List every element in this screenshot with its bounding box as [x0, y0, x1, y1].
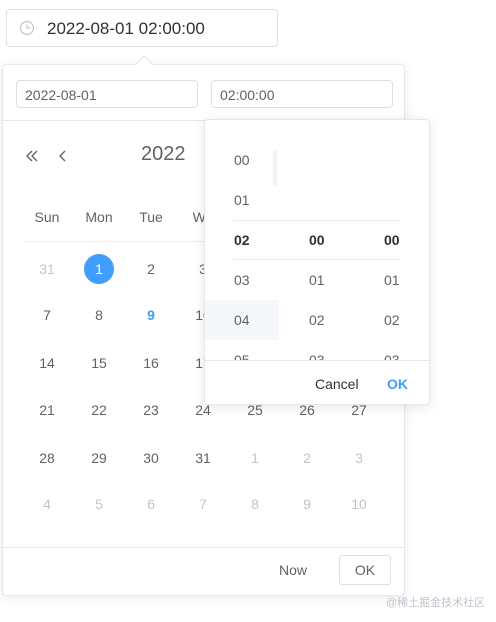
hour-option[interactable]: 02 — [205, 220, 279, 260]
second-option[interactable]: 02 — [355, 300, 429, 340]
calendar-day[interactable]: 7 — [183, 494, 223, 514]
calendar-day[interactable]: 7 — [27, 305, 67, 325]
calendar-day[interactable]: 9 — [131, 305, 171, 325]
calendar-day[interactable]: 28 — [27, 448, 67, 468]
calendar-day[interactable]: 29 — [79, 448, 119, 468]
time-ok-button[interactable]: OK — [387, 376, 408, 392]
calendar-day[interactable]: 30 — [131, 448, 171, 468]
calendar-day[interactable]: 1 — [235, 448, 275, 468]
calendar-day[interactable]: 15 — [79, 353, 119, 373]
hour-option[interactable]: 00 — [205, 140, 279, 180]
calendar-day[interactable]: 23 — [131, 400, 171, 420]
calendar-day[interactable]: 2 — [131, 259, 171, 279]
weekday-sun: Sun — [34, 209, 60, 225]
double-chevron-left-icon[interactable] — [25, 149, 39, 163]
calendar-day[interactable]: 5 — [79, 494, 119, 514]
minutes-column[interactable]: 00 01 02 03 — [281, 220, 355, 360]
calendar-day[interactable]: 16 — [131, 353, 171, 373]
datetime-input[interactable]: 2022-08-01 02:00:00 — [6, 9, 278, 47]
time-cancel-button[interactable]: Cancel — [315, 376, 359, 392]
second-option[interactable]: 01 — [355, 260, 429, 300]
footer-divider — [3, 547, 404, 548]
minute-option[interactable]: 03 — [281, 340, 355, 360]
calendar-day[interactable]: 2 — [287, 448, 327, 468]
now-button[interactable]: Now — [279, 562, 307, 578]
minute-option[interactable]: 02 — [281, 300, 355, 340]
watermark: @稀土掘金技术社区 — [386, 597, 486, 609]
hour-option[interactable]: 04 — [205, 300, 279, 340]
clock-icon — [19, 20, 35, 36]
popper-arrow — [135, 55, 154, 74]
calendar-day[interactable]: 8 — [235, 494, 275, 514]
minute-option[interactable]: 01 — [281, 260, 355, 300]
calendar-day[interactable]: 8 — [79, 305, 119, 325]
calendar-day[interactable]: 4 — [27, 494, 67, 514]
calendar-day[interactable]: 21 — [27, 400, 67, 420]
date-input[interactable]: 2022-08-01 — [16, 80, 198, 108]
calendar-year-label[interactable]: 2022 — [141, 143, 186, 166]
calendar-day[interactable]: 3 — [339, 448, 379, 468]
time-spinner: 00 01 02 03 04 05 00 01 02 03 00 01 02 03 — [205, 120, 429, 360]
weekday-tue: Tue — [139, 209, 163, 225]
time-footer-divider — [205, 360, 429, 361]
calendar-day[interactable]: 31 — [27, 259, 67, 279]
weekday-mon: Mon — [85, 209, 113, 225]
calendar-day[interactable]: 1 — [84, 254, 114, 284]
hour-option[interactable]: 01 — [205, 180, 279, 220]
hour-option[interactable]: 05 — [205, 340, 279, 360]
second-option[interactable]: 03 — [355, 340, 429, 360]
second-option[interactable]: 00 — [355, 220, 429, 260]
chevron-left-icon[interactable] — [57, 149, 69, 163]
time-spinner-panel: 00 01 02 03 04 05 00 01 02 03 00 01 02 03 Cancel OK — [204, 119, 430, 405]
calendar-day[interactable]: 9 — [287, 494, 327, 514]
hour-option[interactable]: 03 — [205, 260, 279, 300]
time-input[interactable]: 02:00:00 — [211, 80, 393, 108]
seconds-column[interactable]: 00 01 02 03 — [355, 220, 429, 360]
minute-option[interactable]: 00 — [281, 220, 355, 260]
hours-column[interactable]: 00 01 02 03 04 05 — [205, 140, 279, 360]
datetime-input-value: 2022-08-01 02:00:00 — [47, 19, 205, 38]
calendar-day[interactable]: 14 — [27, 353, 67, 373]
calendar-day[interactable]: 22 — [79, 400, 119, 420]
confirm-button[interactable]: OK — [339, 555, 391, 585]
calendar-day[interactable]: 10 — [339, 494, 379, 514]
calendar-day[interactable]: 31 — [183, 448, 223, 468]
calendar-day[interactable]: 6 — [131, 494, 171, 514]
